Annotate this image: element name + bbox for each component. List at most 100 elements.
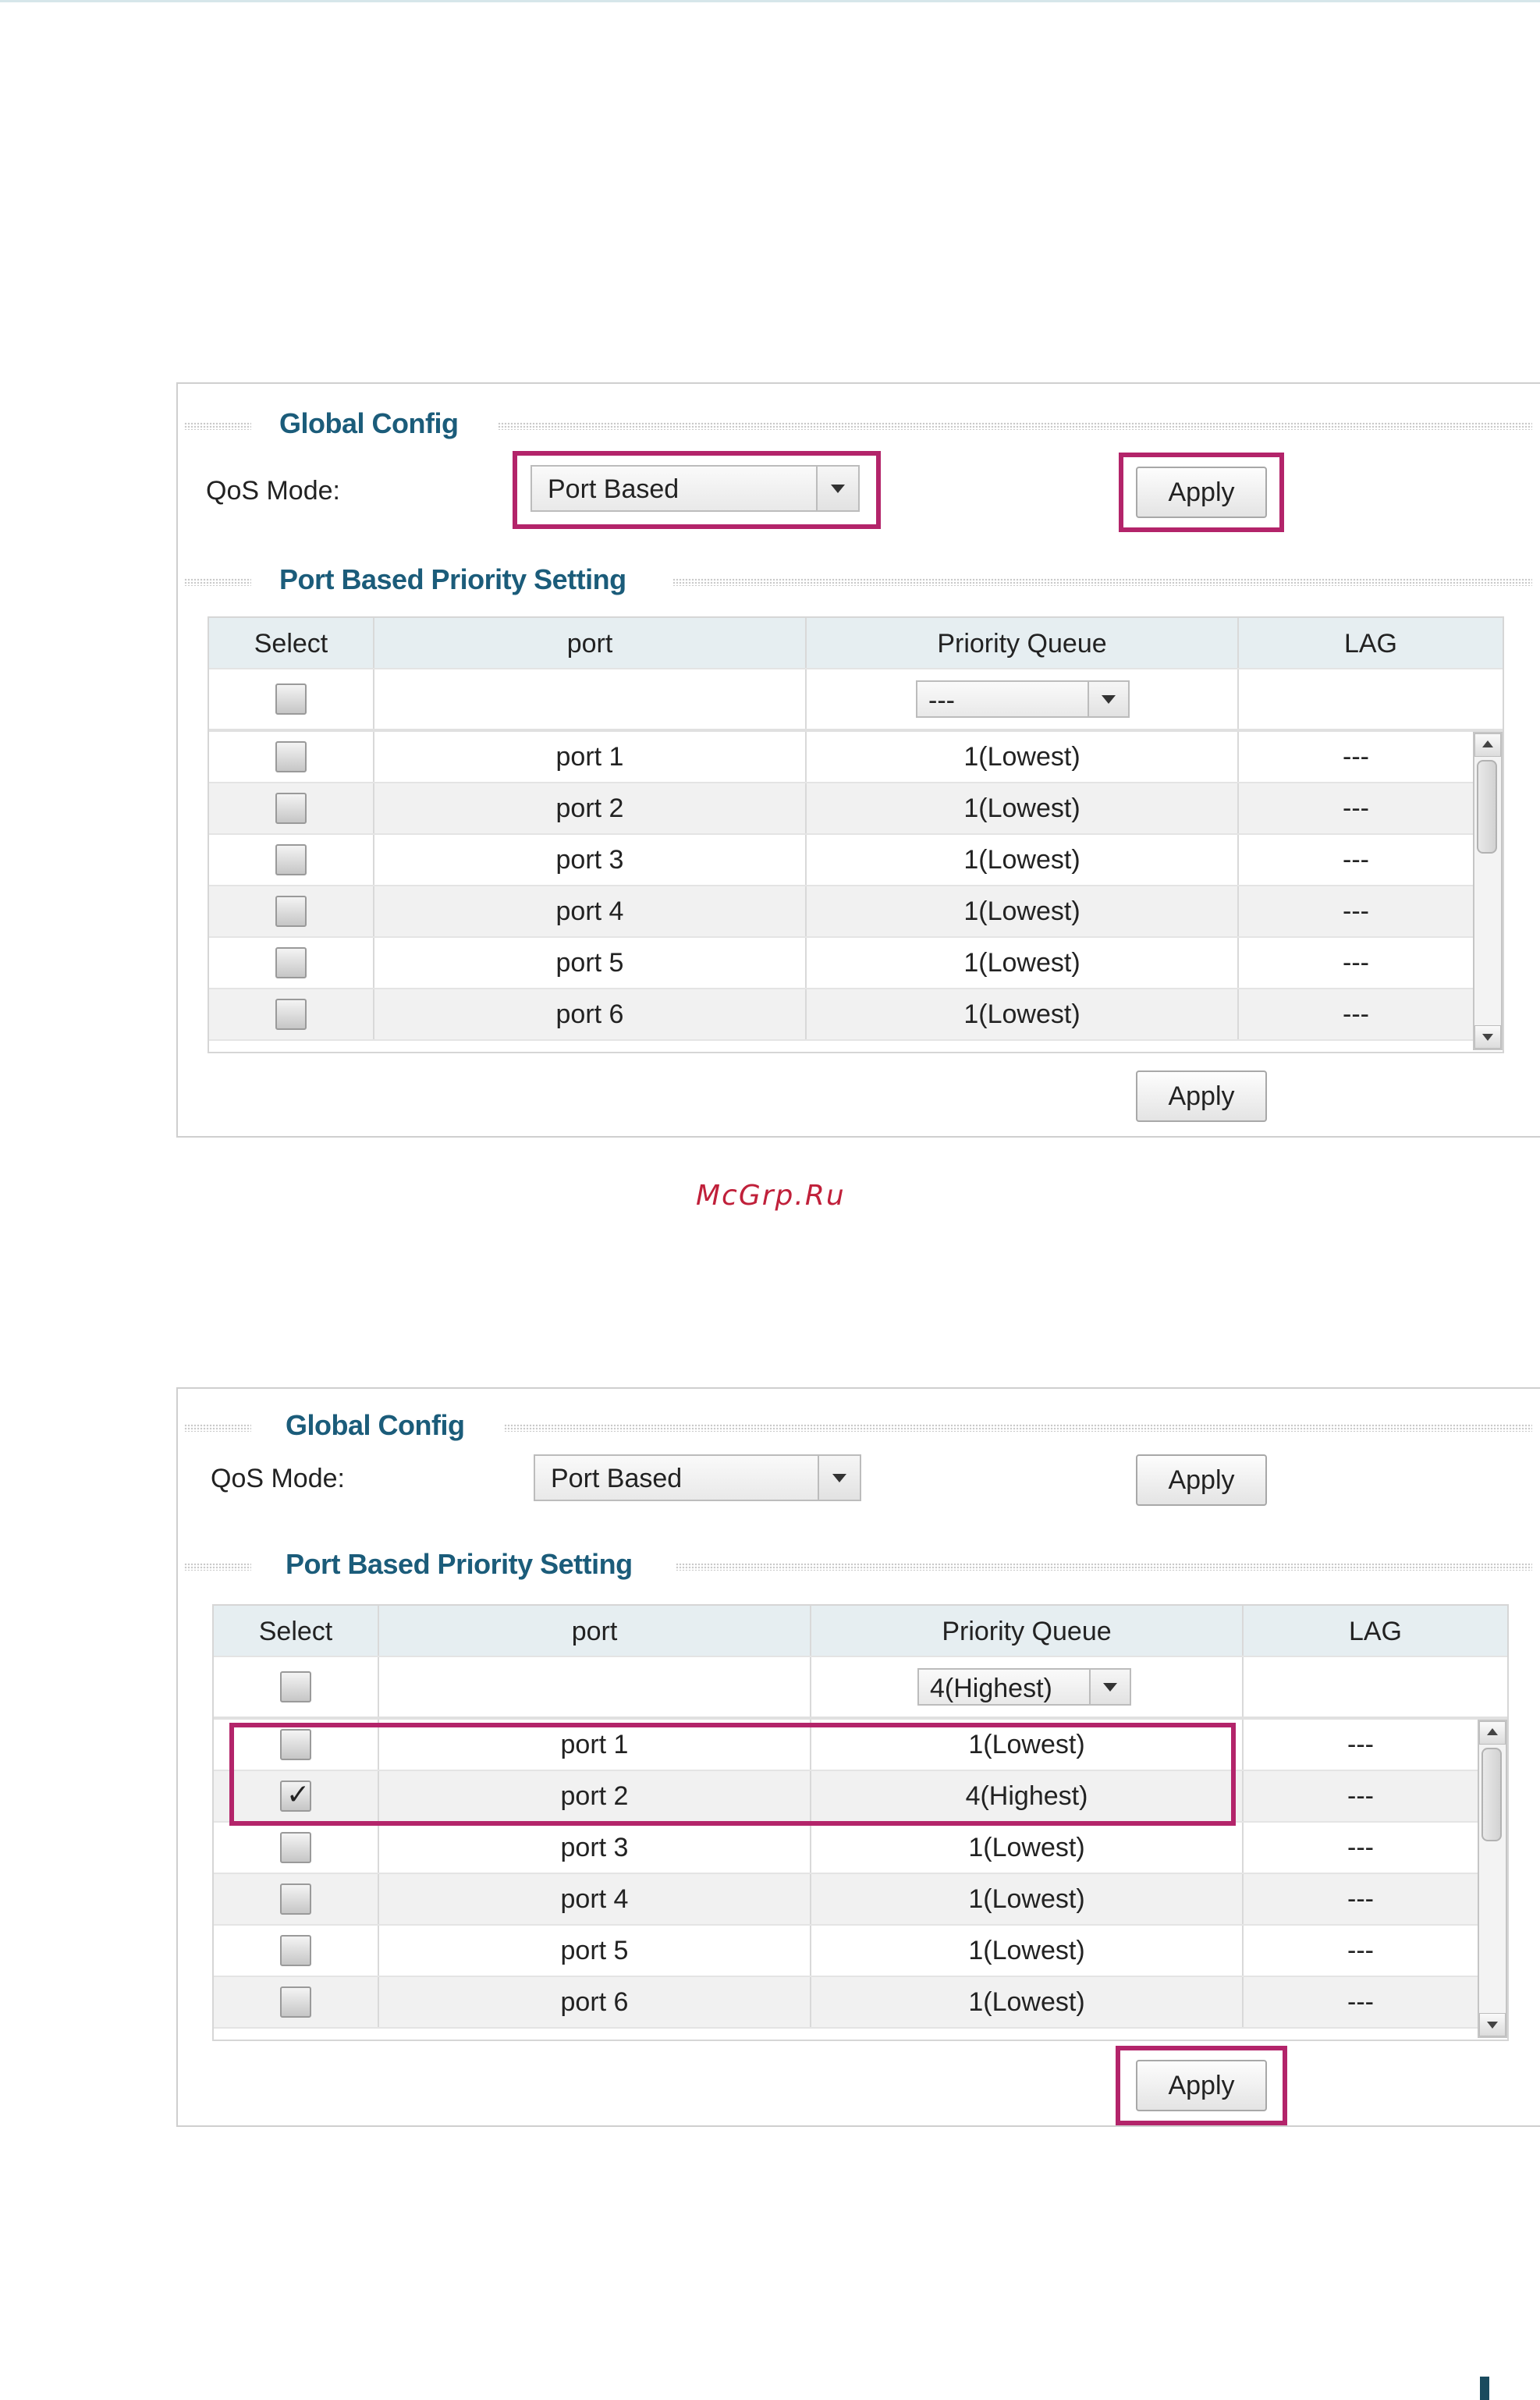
apply-button-bottom[interactable]: Apply bbox=[1136, 2060, 1267, 2111]
table-scrollbar[interactable] bbox=[1473, 732, 1503, 1050]
table-row[interactable]: port 1 1(Lowest) --- bbox=[214, 1720, 1478, 1771]
select-all-checkbox[interactable] bbox=[280, 1671, 311, 1702]
row-checkbox[interactable] bbox=[280, 1883, 311, 1915]
qos-mode-value: Port Based bbox=[548, 474, 680, 504]
queue-filter-value: --- bbox=[928, 686, 955, 715]
chevron-down-icon bbox=[816, 467, 858, 510]
lag-cell: --- bbox=[1347, 1730, 1374, 1759]
qos-mode-select[interactable]: Port Based bbox=[534, 1454, 861, 1501]
scroll-down-icon[interactable] bbox=[1479, 2013, 1506, 2036]
table-row[interactable]: port 2 4(Highest) --- bbox=[214, 1771, 1478, 1823]
header-port: port bbox=[379, 1606, 811, 1656]
table-row[interactable]: port 4 1(Lowest) --- bbox=[209, 886, 1473, 938]
qos-mode-value: Port Based bbox=[551, 1464, 683, 1493]
scroll-up-icon[interactable] bbox=[1474, 733, 1501, 757]
table-row[interactable]: port 6 1(Lowest) --- bbox=[209, 989, 1473, 1041]
page-marker bbox=[1480, 2377, 1489, 2400]
scroll-thumb[interactable] bbox=[1477, 760, 1497, 854]
header-select: Select bbox=[214, 1606, 379, 1656]
qos-panel-2: Global Config QoS Mode: Port Based Apply… bbox=[176, 1387, 1540, 2127]
filter-lag-cell bbox=[1244, 1657, 1507, 1717]
scroll-up-icon[interactable] bbox=[1479, 1721, 1506, 1745]
qos-mode-select[interactable]: Port Based bbox=[530, 465, 860, 512]
table-row[interactable]: port 2 1(Lowest) --- bbox=[209, 783, 1473, 835]
table-row[interactable]: port 5 1(Lowest) --- bbox=[214, 1926, 1478, 1977]
header-priority-queue: Priority Queue bbox=[811, 1606, 1244, 1656]
row-checkbox[interactable] bbox=[275, 947, 307, 978]
row-checkbox-checked[interactable] bbox=[280, 1777, 311, 1812]
filter-row: 4(Highest) bbox=[214, 1657, 1507, 1720]
select-cell bbox=[214, 1977, 379, 2027]
queue-filter-value: 4(Highest) bbox=[930, 1674, 1052, 1703]
table-row[interactable]: port 3 1(Lowest) --- bbox=[214, 1823, 1478, 1874]
section-divider bbox=[184, 1563, 251, 1571]
select-cell bbox=[209, 989, 374, 1039]
lag-cell: --- bbox=[1347, 1781, 1374, 1811]
row-checkbox[interactable] bbox=[280, 1935, 311, 1966]
watermark: McGrp.Ru bbox=[696, 1180, 846, 1212]
section-divider bbox=[184, 422, 251, 430]
port-cell: port 3 bbox=[374, 835, 807, 885]
row-checkbox[interactable] bbox=[280, 1729, 311, 1760]
apply-button-bottom[interactable]: Apply bbox=[1136, 1070, 1267, 1122]
section-title: Global Config bbox=[279, 407, 459, 439]
global-config-section: Global Config bbox=[181, 407, 1532, 442]
port-cell: port 1 bbox=[379, 1720, 811, 1770]
queue-filter-select[interactable]: --- bbox=[916, 680, 1130, 718]
global-config-section: Global Config bbox=[181, 1409, 1532, 1443]
queue-filter-select[interactable]: 4(Highest) bbox=[917, 1668, 1131, 1706]
scroll-thumb[interactable] bbox=[1481, 1748, 1502, 1841]
port-cell: port 4 bbox=[379, 1874, 811, 1924]
select-cell bbox=[209, 938, 374, 988]
apply-button[interactable]: Apply bbox=[1136, 1454, 1267, 1506]
header-select: Select bbox=[209, 618, 374, 668]
port-cell: port 2 bbox=[379, 1771, 811, 1821]
section-divider bbox=[672, 578, 1532, 586]
row-checkbox[interactable] bbox=[280, 1832, 311, 1863]
row-checkbox[interactable] bbox=[275, 844, 307, 875]
port-cell: port 2 bbox=[374, 783, 807, 833]
table-row[interactable]: port 6 1(Lowest) --- bbox=[214, 1977, 1478, 2029]
lag-cell: --- bbox=[1343, 999, 1369, 1029]
select-cell bbox=[209, 886, 374, 936]
qos-mode-label: QoS Mode: bbox=[211, 1464, 345, 1493]
queue-cell: 1(Lowest) bbox=[807, 989, 1239, 1039]
chevron-down-icon bbox=[1088, 682, 1128, 716]
queue-cell: 1(Lowest) bbox=[807, 938, 1239, 988]
row-checkbox[interactable] bbox=[275, 741, 307, 772]
queue-cell: 1(Lowest) bbox=[811, 1977, 1244, 2027]
scroll-down-icon[interactable] bbox=[1474, 1025, 1501, 1049]
lag-cell: --- bbox=[1347, 1884, 1374, 1914]
select-all-checkbox[interactable] bbox=[275, 683, 307, 715]
table-row[interactable]: port 5 1(Lowest) --- bbox=[209, 938, 1473, 989]
chevron-down-icon bbox=[1089, 1670, 1130, 1704]
qos-panel-1: Global Config QoS Mode: Port Based Apply… bbox=[176, 382, 1540, 1138]
table-row[interactable]: port 4 1(Lowest) --- bbox=[214, 1874, 1478, 1926]
table-scrollbar[interactable] bbox=[1478, 1720, 1507, 2038]
row-checkbox[interactable] bbox=[280, 1986, 311, 2018]
select-cell bbox=[214, 1926, 379, 1976]
table-row[interactable]: port 1 1(Lowest) --- bbox=[209, 732, 1473, 783]
qos-mode-label: QoS Mode: bbox=[206, 476, 340, 506]
queue-cell: 1(Lowest) bbox=[807, 783, 1239, 833]
header-priority-queue: Priority Queue bbox=[807, 618, 1239, 668]
lag-cell: --- bbox=[1343, 948, 1369, 978]
filter-select-cell bbox=[214, 1657, 379, 1717]
section-divider bbox=[184, 1424, 251, 1432]
queue-cell: 1(Lowest) bbox=[811, 1823, 1244, 1873]
row-checkbox[interactable] bbox=[275, 793, 307, 824]
apply-button[interactable]: Apply bbox=[1136, 467, 1267, 518]
row-checkbox[interactable] bbox=[275, 999, 307, 1030]
select-cell bbox=[214, 1874, 379, 1924]
table-row[interactable]: port 3 1(Lowest) --- bbox=[209, 835, 1473, 886]
section-divider bbox=[498, 422, 1532, 430]
table-header: Select port Priority Queue LAG bbox=[209, 618, 1503, 669]
row-checkbox[interactable] bbox=[275, 896, 307, 927]
priority-setting-section: Port Based Priority Setting bbox=[181, 563, 1532, 598]
priority-table: Select port Priority Queue LAG --- port … bbox=[208, 616, 1504, 1053]
queue-cell: 1(Lowest) bbox=[807, 732, 1239, 782]
port-cell: port 6 bbox=[379, 1977, 811, 2027]
header-port: port bbox=[374, 618, 807, 668]
header-lag: LAG bbox=[1348, 1617, 1403, 1646]
filter-select-cell bbox=[209, 669, 374, 729]
